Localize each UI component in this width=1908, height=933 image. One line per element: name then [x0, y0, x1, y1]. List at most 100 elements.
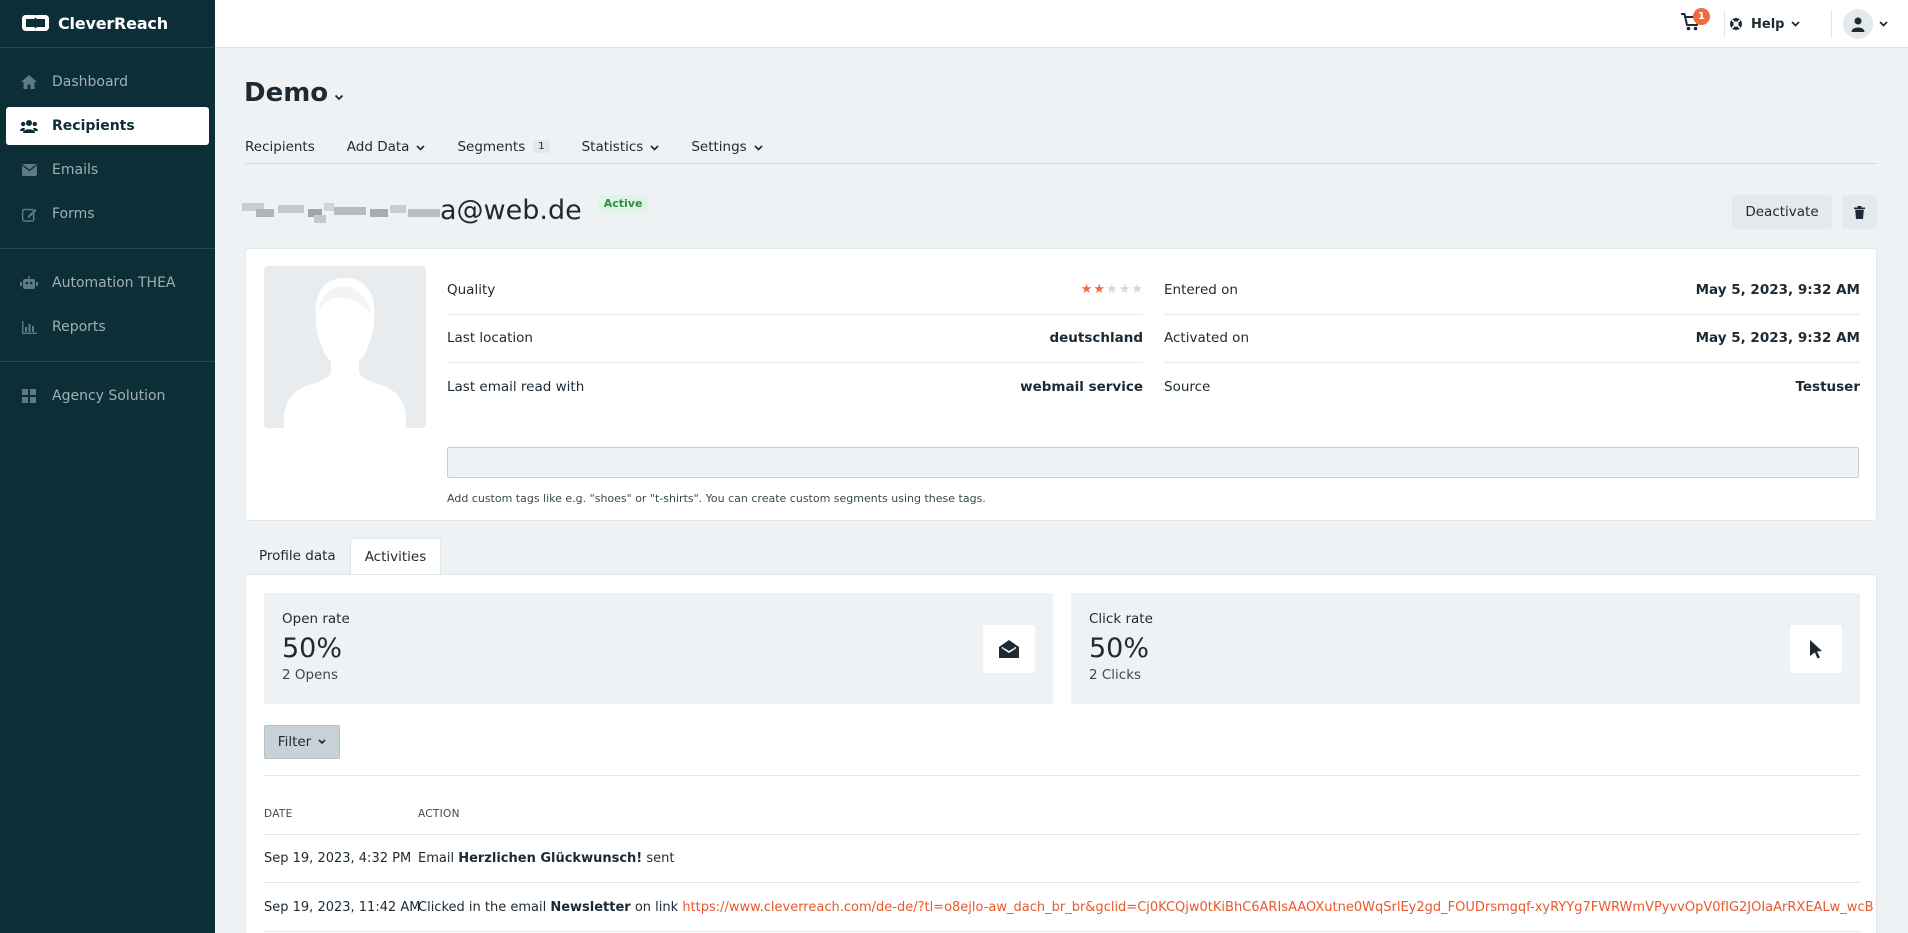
page-title[interactable]: Demo — [244, 78, 344, 108]
star-icon: ★ — [1131, 282, 1143, 298]
action-text: Email — [418, 851, 459, 866]
tab-label: Recipients — [245, 138, 315, 155]
activity-action: Email Herzlichen Glückwunsch! sent — [418, 851, 674, 866]
quality-rating: ★ ★ ★ ★ ★ — [1081, 282, 1143, 297]
envelope-open-icon — [983, 625, 1035, 673]
profile-photo-placeholder — [264, 266, 426, 428]
user-menu[interactable] — [1831, 9, 1888, 39]
recipient-email: a@web.de — [440, 194, 582, 226]
profile-card: Quality ★ ★ ★ ★ ★ Last location deutschl… — [245, 248, 1877, 521]
stat-subtitle: 2 Clicks — [1089, 667, 1142, 683]
tab-label: Settings — [691, 138, 747, 155]
action-text: sent — [642, 851, 675, 866]
envelope-icon — [20, 162, 38, 178]
user-avatar-icon — [1843, 9, 1873, 39]
sidebar-item-label: Agency Solution — [52, 388, 166, 404]
tab-add-data[interactable]: Add Data — [347, 139, 426, 155]
info-label: Source — [1164, 379, 1211, 396]
clicked-link[interactable]: https://www.cleverreach.com/de-de/?tl=o8… — [682, 900, 1873, 915]
info-label: Last email read with — [447, 379, 585, 396]
page-title-text: Demo — [244, 78, 329, 108]
activity-action: Clicked in the email Newsletter on link … — [418, 900, 1874, 915]
chevron-down-icon — [1879, 21, 1888, 27]
recipient-info-right: Entered on May 5, 2023, 9:32 AM Activate… — [1164, 266, 1860, 412]
sidebar-item-label: Forms — [52, 206, 95, 222]
activities-panel: Open rate 50% 2 Opens Click rate 50% 2 C… — [245, 574, 1877, 933]
info-row-quality: Quality ★ ★ ★ ★ ★ — [447, 266, 1143, 315]
sidebar-item-label: Reports — [52, 319, 106, 335]
cleverreach-logo-icon — [22, 13, 52, 35]
column-header-date: DATE — [264, 808, 293, 820]
chevron-down-icon — [334, 78, 344, 108]
sidebar-item-reports[interactable]: Reports — [6, 308, 209, 346]
trash-icon — [1854, 205, 1865, 219]
stat-value: 50% — [1089, 633, 1150, 664]
email-name[interactable]: Newsletter — [550, 900, 630, 915]
info-row-last-email-client: Last email read with webmail service — [447, 363, 1143, 412]
info-row-source: Source Testuser — [1164, 363, 1860, 412]
info-label: Quality — [447, 281, 496, 298]
action-text: on link — [630, 900, 683, 915]
filter-label: Filter — [277, 734, 312, 750]
filter-button[interactable]: Filter — [264, 725, 340, 759]
star-icon: ★ — [1093, 282, 1106, 298]
logo-text: CleverReach — [58, 14, 168, 33]
info-label: Entered on — [1164, 281, 1238, 298]
chart-icon — [20, 319, 38, 335]
email-name[interactable]: Herzlichen Glückwunsch! — [458, 851, 642, 866]
info-label: Last location — [447, 330, 533, 347]
chevron-down-icon — [318, 739, 326, 745]
home-icon — [20, 74, 38, 90]
sidebar-item-recipients[interactable]: Recipients — [6, 107, 209, 145]
stat-title: Click rate — [1089, 611, 1153, 627]
activity-date: Sep 19, 2023, 11:42 AM — [264, 900, 421, 915]
divider — [1724, 10, 1725, 38]
edit-icon — [20, 206, 38, 222]
stat-value: 50% — [282, 633, 343, 664]
grid-icon — [20, 388, 38, 404]
sidebar-item-label: Emails — [52, 162, 99, 178]
cart-button[interactable]: 1 — [1673, 8, 1713, 38]
open-rate-card: Open rate 50% 2 Opens — [264, 593, 1053, 704]
segments-count-badge: 1 — [533, 140, 550, 153]
divider — [264, 775, 1860, 776]
main-content: Demo Recipients Add Data Segments 1 Stati… — [215, 48, 1908, 933]
tags-hint: Add custom tags like e.g. "shoes" or "t-… — [447, 492, 986, 505]
deactivate-button[interactable]: Deactivate — [1732, 195, 1832, 229]
tab-recipients[interactable]: Recipients — [245, 139, 315, 155]
info-value: Testuser — [1795, 379, 1860, 396]
mouse-pointer-icon — [1790, 625, 1842, 673]
sidebar-item-forms[interactable]: Forms — [6, 195, 209, 233]
sidebar-item-label: Dashboard — [52, 74, 128, 90]
tab-label: Add Data — [346, 138, 410, 155]
tags-input[interactable] — [447, 447, 1859, 478]
delete-button[interactable] — [1842, 195, 1877, 229]
nav-group-main: Dashboard Recipients Emails Forms — [0, 48, 215, 249]
help-menu[interactable]: Help — [1729, 12, 1801, 36]
star-icon: ★ — [1118, 282, 1131, 298]
redacted-email-prefix — [242, 201, 440, 223]
tab-profile-data[interactable]: Profile data — [245, 538, 350, 574]
info-row-activated-on: Activated on May 5, 2023, 9:32 AM — [1164, 315, 1860, 363]
top-bar: 1 Help — [215, 0, 1908, 48]
chevron-down-icon — [416, 139, 426, 155]
sidebar-item-emails[interactable]: Emails — [6, 151, 209, 189]
info-value: May 5, 2023, 9:32 AM — [1695, 281, 1860, 298]
tab-settings[interactable]: Settings — [691, 138, 763, 155]
recipient-header: a@web.de Active — [242, 190, 649, 230]
divider — [1831, 10, 1832, 38]
tab-activities[interactable]: Activities — [349, 538, 442, 574]
logo[interactable]: CleverReach — [0, 0, 215, 48]
tab-segments[interactable]: Segments 1 — [457, 139, 550, 155]
sidebar: CleverReach Dashboard Recipients Emails … — [0, 0, 215, 933]
star-icon: ★ — [1106, 282, 1118, 298]
tab-statistics[interactable]: Statistics — [582, 139, 660, 155]
info-label: Activated on — [1164, 330, 1250, 347]
sidebar-item-automation-thea[interactable]: Automation THEA — [6, 264, 209, 302]
sidebar-item-agency-solution[interactable]: Agency Solution — [6, 377, 209, 415]
action-text: Clicked in the email — [418, 900, 551, 915]
sidebar-item-dashboard[interactable]: Dashboard — [6, 63, 209, 101]
users-icon — [20, 118, 38, 134]
chevron-down-icon — [754, 139, 763, 155]
robot-icon — [20, 275, 38, 291]
